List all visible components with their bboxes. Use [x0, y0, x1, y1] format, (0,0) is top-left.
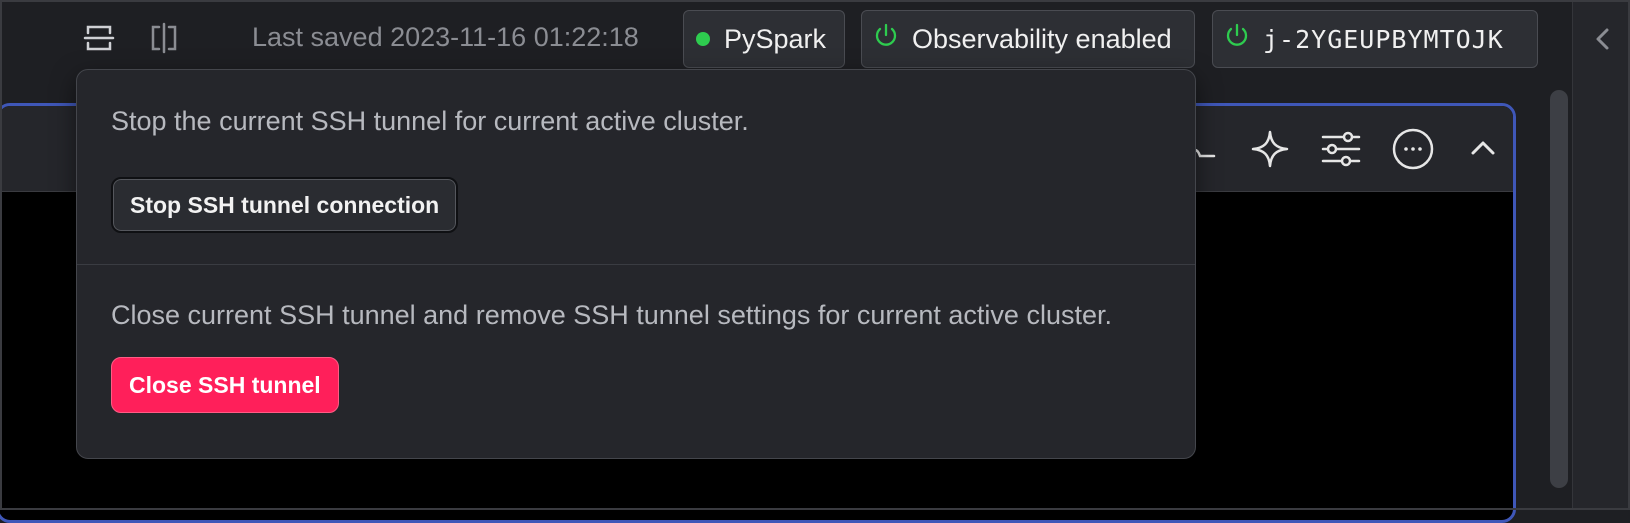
- cluster-id-label: j-2YGEUPBYMTOJK: [1263, 24, 1504, 54]
- chevron-left-icon[interactable]: [1588, 24, 1618, 54]
- kernel-status-dot: [696, 32, 710, 46]
- power-icon: [1225, 23, 1249, 55]
- right-sidebar: [1572, 0, 1630, 510]
- split-horizontal-icon[interactable]: [81, 20, 117, 56]
- close-tunnel-description: Close current SSH tunnel and remove SSH …: [111, 300, 1112, 330]
- stop-ssh-tunnel-button[interactable]: Stop SSH tunnel connection: [111, 177, 459, 233]
- sparkle-icon[interactable]: [1247, 126, 1293, 172]
- kernel-selector[interactable]: PySpark: [683, 10, 845, 68]
- observability-label: Observability enabled: [912, 23, 1172, 54]
- ssh-tunnel-popover: Stop the current SSH tunnel for current …: [76, 69, 1196, 459]
- more-icon[interactable]: [1390, 126, 1436, 172]
- split-vertical-icon[interactable]: [146, 20, 182, 56]
- stop-tunnel-description: Stop the current SSH tunnel for current …: [111, 106, 749, 136]
- stop-tunnel-section: Stop the current SSH tunnel for current …: [77, 70, 1195, 265]
- vertical-scrollbar[interactable]: [1550, 90, 1568, 488]
- close-tunnel-section: Close current SSH tunnel and remove SSH …: [77, 264, 1195, 458]
- sliders-icon[interactable]: [1318, 126, 1364, 172]
- last-saved-status: Last saved 2023-11-16 01:22:18: [252, 22, 639, 52]
- close-ssh-tunnel-button[interactable]: Close SSH tunnel: [111, 357, 339, 413]
- chevron-up-icon[interactable]: [1460, 126, 1506, 172]
- observability-toggle[interactable]: Observability enabled: [861, 10, 1195, 68]
- power-icon: [874, 23, 898, 56]
- cluster-selector[interactable]: j-2YGEUPBYMTOJK: [1212, 10, 1538, 68]
- kernel-label: PySpark: [724, 23, 827, 54]
- notebook-toolbar: Last saved 2023-11-16 01:22:18 PySpark O…: [0, 0, 1572, 78]
